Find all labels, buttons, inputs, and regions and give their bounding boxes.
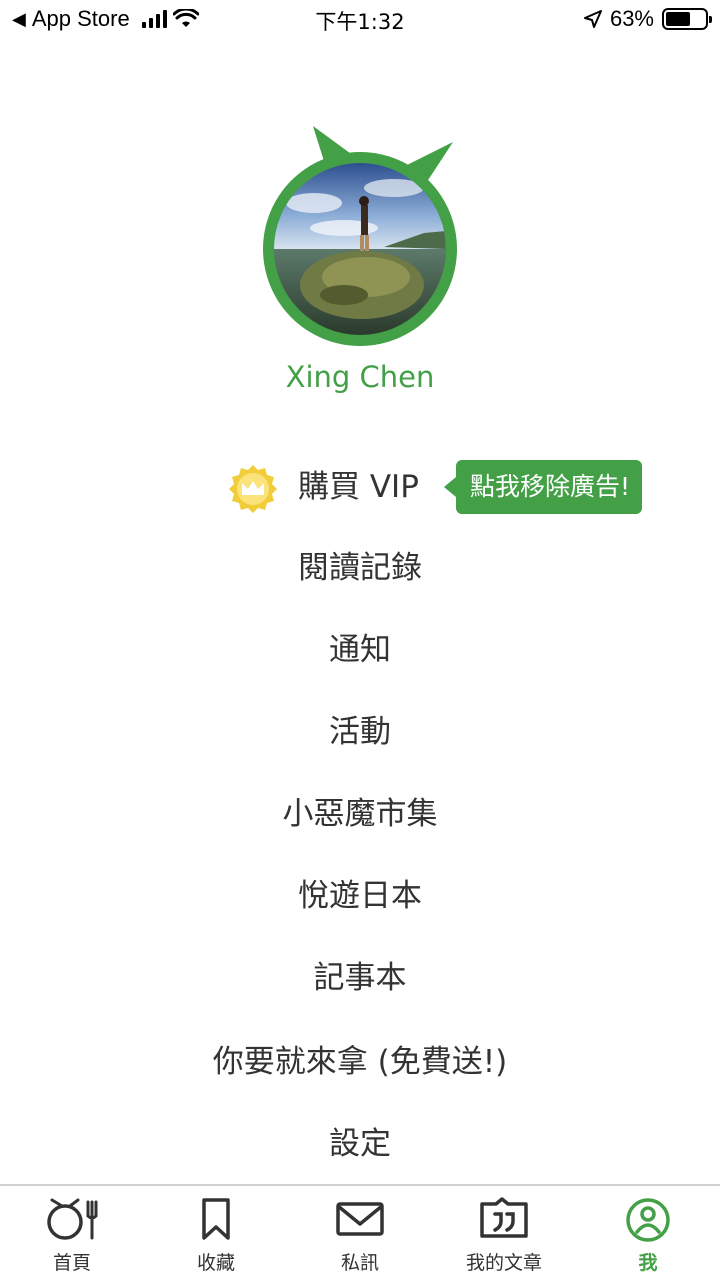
tab-label-my-articles: 我的文章 [465, 1252, 542, 1274]
menu-item-reading-history[interactable]: 閱讀記錄 [0, 546, 720, 590]
avatar[interactable] [255, 120, 465, 346]
battery-icon [662, 8, 712, 30]
buy-vip-row[interactable]: 購買 VIP 點我移除廣告! [0, 460, 720, 516]
buy-vip-label: 購買 VIP [298, 469, 419, 505]
tab-me[interactable]: 我 [576, 1196, 720, 1275]
tab-messages[interactable]: 私訊 [288, 1196, 432, 1275]
menu-item-settings[interactable]: 設定 [0, 1122, 720, 1166]
status-bar: ◀ App Store 下午1:32 63% [0, 0, 720, 40]
remove-ads-tooltip[interactable]: 點我移除廣告! [443, 460, 643, 514]
tab-label-favorites: 收藏 [196, 1252, 235, 1274]
profile-photo [274, 163, 446, 335]
menu-item-notifications[interactable]: 通知 [0, 628, 720, 672]
tab-label-me: 我 [638, 1252, 658, 1274]
menu-item-devil-market[interactable]: 小惡魔市集 [0, 792, 720, 836]
location-arrow-icon [583, 10, 602, 28]
crown-badge-icon [229, 465, 277, 513]
menu-item-enjoy-japan[interactable]: 悅遊日本 [0, 874, 720, 918]
mail-icon [336, 1202, 384, 1236]
battery-fill [666, 12, 690, 26]
tab-bar: 首頁 收藏 私訊 我的文章 我 [0, 1184, 720, 1280]
home-devil-icon [47, 1198, 98, 1240]
menu-item-free-giveaway[interactable]: 你要就來拿 (免費送!) [0, 1040, 720, 1084]
quote-article-icon [480, 1197, 528, 1238]
tab-home[interactable]: 首頁 [0, 1196, 144, 1275]
tab-favorites[interactable]: 收藏 [144, 1196, 288, 1275]
tab-label-messages: 私訊 [340, 1252, 379, 1274]
profile-devil-icon [626, 1198, 670, 1242]
battery-percent: 63% [609, 6, 654, 31]
user-name: Xing Chen [285, 360, 435, 394]
bookmark-icon [202, 1198, 230, 1240]
tab-label-home: 首頁 [52, 1252, 91, 1274]
menu-item-events[interactable]: 活動 [0, 710, 720, 754]
menu-item-notebook[interactable]: 記事本 [0, 956, 720, 1000]
tab-my-articles[interactable]: 我的文章 [432, 1196, 576, 1275]
